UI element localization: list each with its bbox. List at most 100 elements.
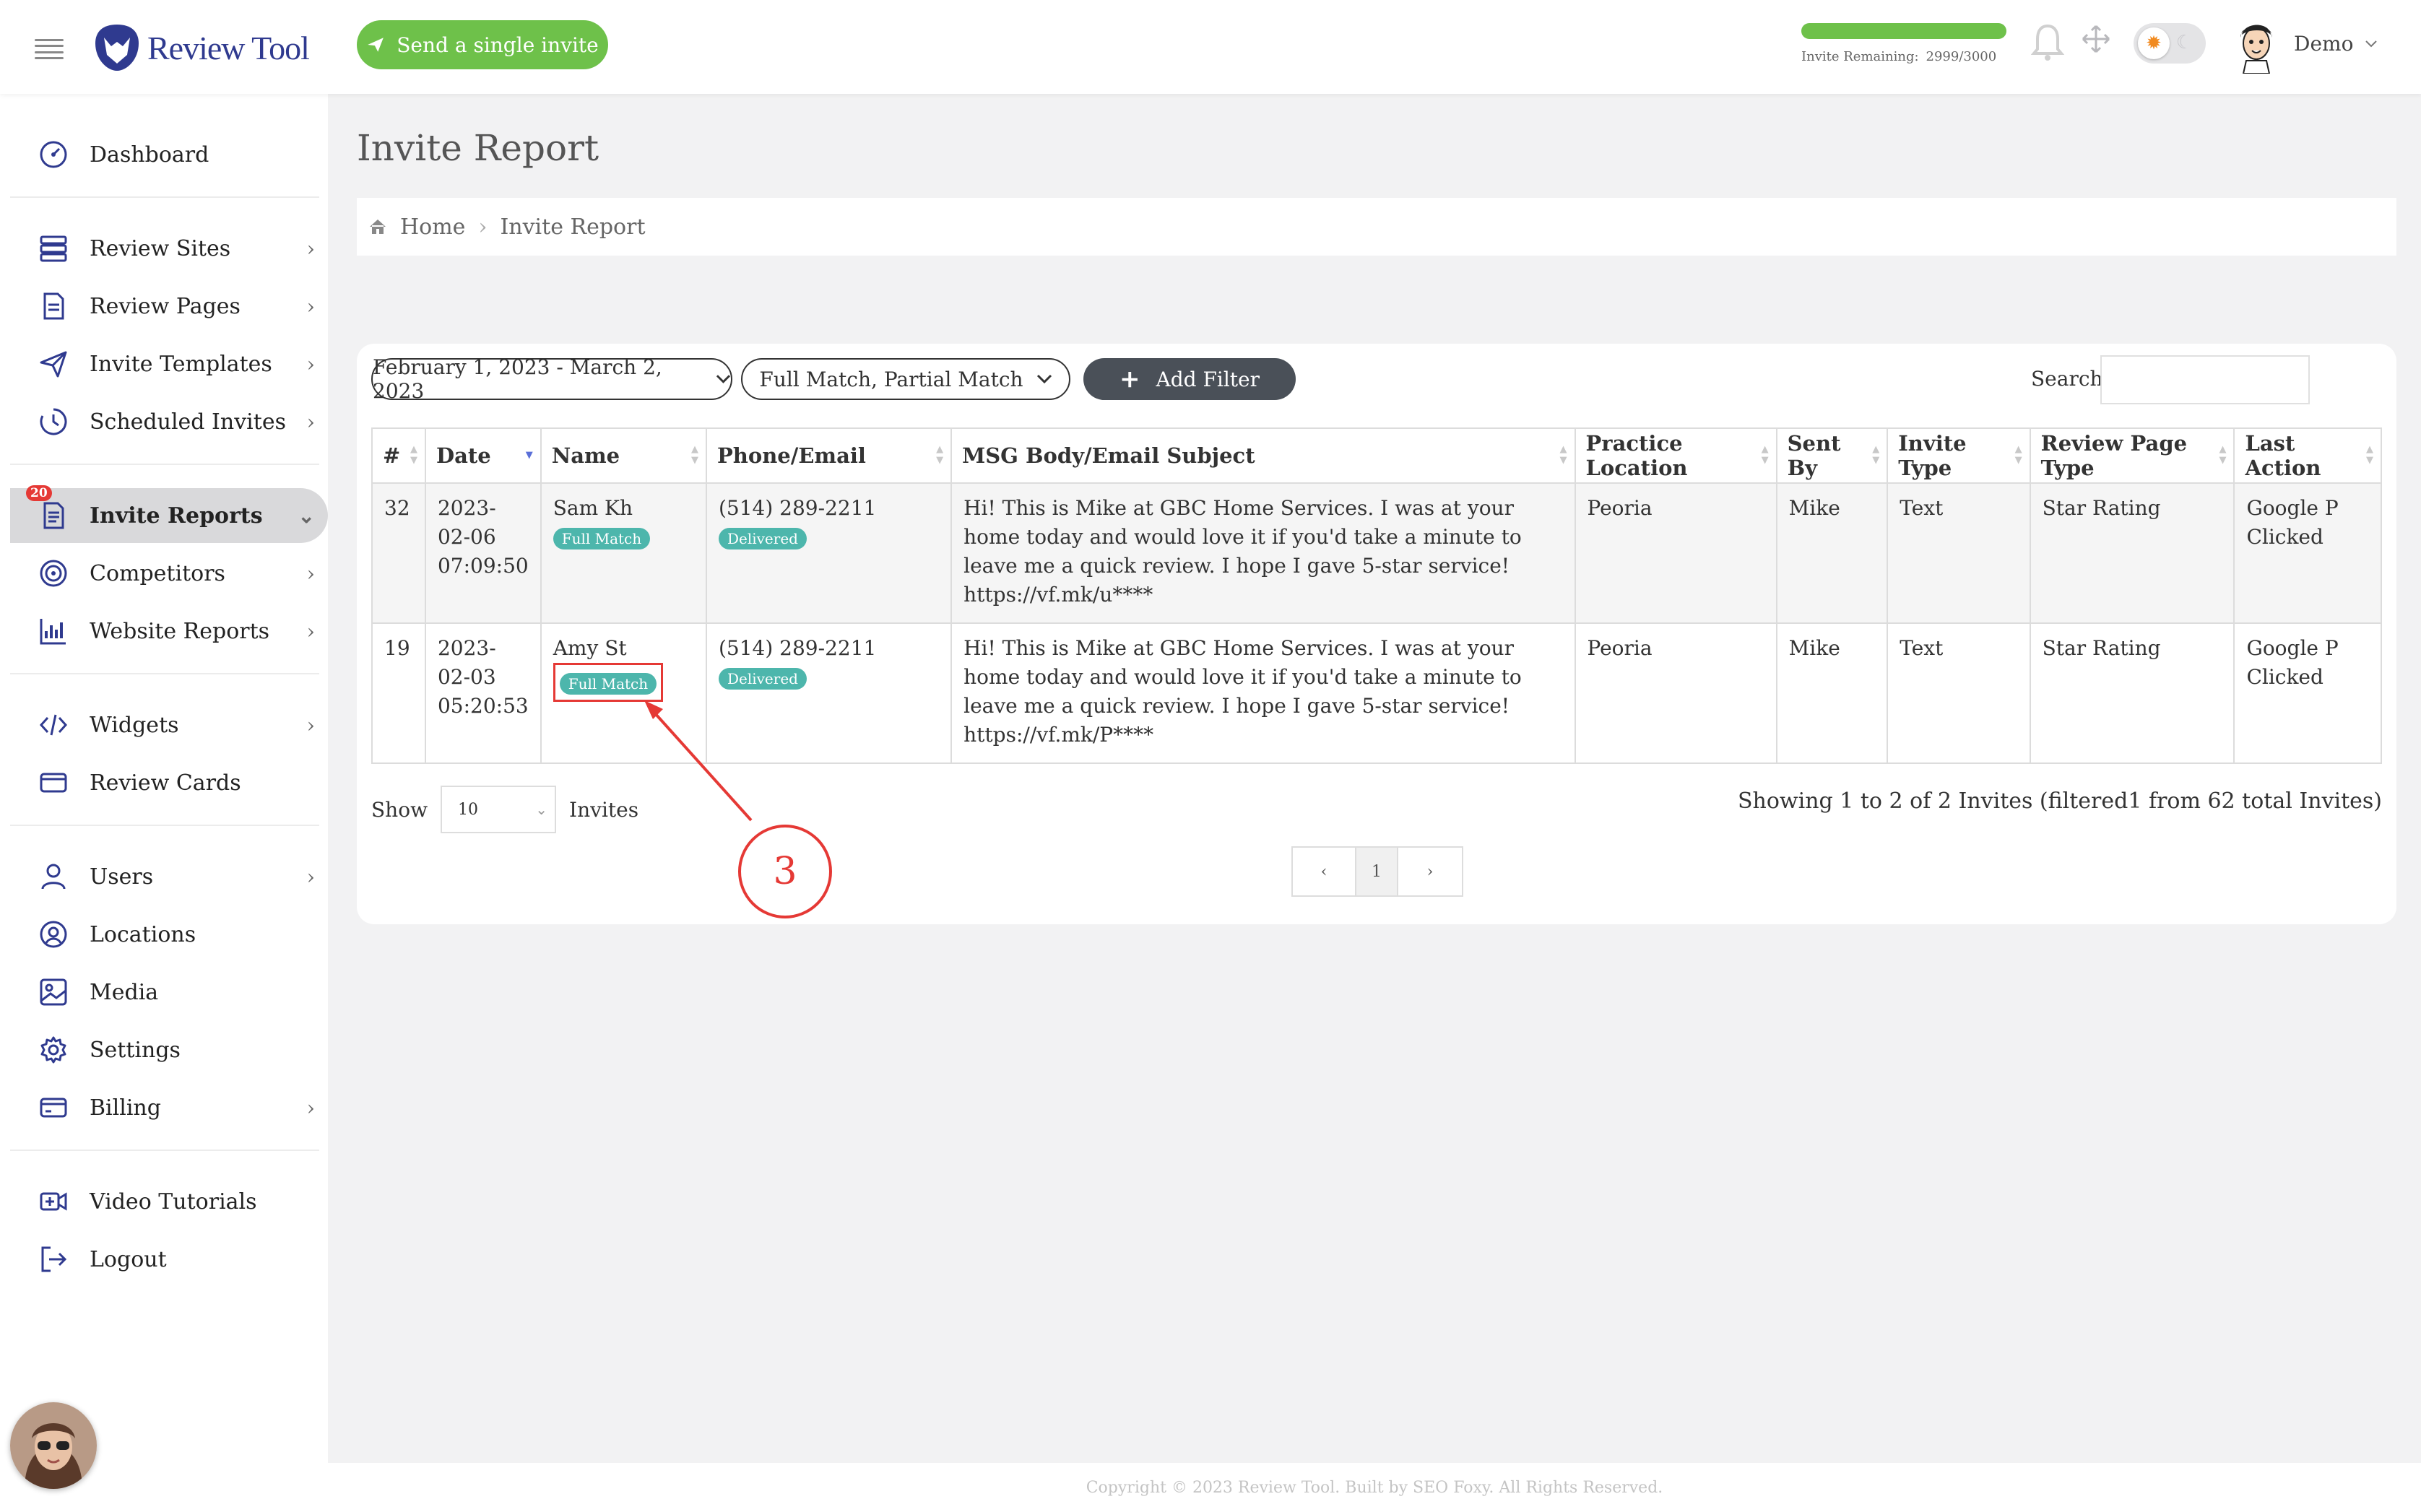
cell-invite-type: Text	[1887, 622, 2031, 764]
column-header-msg-body[interactable]: MSG Body/Email Subject ▲ ▼	[950, 427, 1576, 484]
page-size-value: 10	[458, 800, 479, 819]
bar-chart-icon	[40, 619, 66, 645]
date-range-filter[interactable]: February 1, 2023 - March 2, 2023	[371, 355, 732, 403]
cell-message: Hi! This is Mike at GBC Home Services. I…	[950, 622, 1576, 764]
sidebar-item-widgets[interactable]: Widgets ›	[10, 698, 328, 752]
sidebar-item-invite-reports[interactable]: 20 Invite Reports ⌄	[10, 485, 328, 543]
chevron-down-icon	[1036, 374, 1052, 384]
paper-plane-icon	[368, 38, 384, 52]
breadcrumb-home[interactable]: Home	[400, 214, 465, 240]
logo-text: Review Tool	[147, 29, 310, 66]
theme-toggle[interactable]: ✹ ☾	[2134, 23, 2206, 64]
next-page-button[interactable]: ›	[1398, 848, 1462, 895]
sidebar-item-label: Invite Reports	[90, 503, 263, 529]
sidebar-item-competitors[interactable]: Competitors ›	[10, 546, 328, 601]
column-header-phone-email[interactable]: Phone/Email ▲ ▼	[705, 427, 953, 484]
move-arrows-icon[interactable]	[2082, 25, 2110, 53]
user-avatar[interactable]	[2235, 16, 2278, 74]
hamburger-menu-icon[interactable]	[35, 39, 64, 59]
status-badge: Delivered	[718, 528, 807, 549]
sidebar-item-label: Review Pages	[90, 293, 241, 319]
column-header-name[interactable]: Name ▲ ▼	[540, 427, 707, 484]
sidebar-item-review-sites[interactable]: Review Sites ›	[10, 221, 328, 276]
cell-last-action: Google P Clicked	[2233, 622, 2382, 764]
invite-remaining-label: Invite Remaining:	[1801, 49, 1919, 64]
sidebar-item-label: Settings	[90, 1037, 181, 1063]
support-agent-photo	[10, 1402, 97, 1489]
cell-date: 2023-02-06 07:09:50	[424, 482, 542, 624]
send-single-invite-button[interactable]: Send a single invite	[357, 20, 608, 69]
chevron-right-icon: ›	[306, 864, 315, 889]
breadcrumb: Home › Invite Report	[357, 198, 2396, 256]
sidebar-item-invite-templates[interactable]: Invite Templates ›	[10, 336, 328, 391]
logo[interactable]: Review Tool	[92, 20, 310, 75]
invite-report-panel: February 1, 2023 - March 2, 2023 Full Ma…	[357, 344, 2396, 924]
sidebar-item-label: Invite Templates	[90, 351, 272, 377]
show-label: Show	[371, 797, 428, 822]
column-header-invite-type[interactable]: Invite Type ▲ ▼	[1887, 427, 2031, 484]
sidebar-item-media[interactable]: Media	[10, 965, 328, 1020]
support-chat-avatar[interactable]	[10, 1402, 97, 1489]
sidebar-item-label: Billing	[90, 1095, 161, 1121]
sidebar-item-locations[interactable]: Locations	[10, 907, 328, 962]
plus-icon: +	[1119, 365, 1140, 394]
sidebar-item-logout[interactable]: Logout	[10, 1232, 328, 1287]
fox-logo-icon	[95, 25, 139, 71]
cell-invite-type: Text	[1887, 482, 2031, 624]
location-icon	[40, 921, 67, 948]
breadcrumb-separator: ›	[478, 214, 488, 240]
user-menu[interactable]: Demo	[2294, 32, 2378, 56]
column-header-date[interactable]: Date ▼	[424, 427, 542, 484]
search-input[interactable]	[2100, 355, 2310, 404]
sidebar-item-billing[interactable]: Billing ›	[10, 1080, 328, 1135]
video-icon	[40, 1192, 67, 1211]
sidebar-item-review-cards[interactable]: Review Cards	[10, 755, 328, 810]
column-header-last-action[interactable]: Last Action ▲ ▼	[2233, 427, 2382, 484]
column-header-practice-location[interactable]: Practice Location ▲ ▼	[1574, 427, 1777, 484]
sidebar-item-label: Logout	[90, 1246, 167, 1272]
page-size-select[interactable]: 10 ⌄	[441, 786, 557, 833]
sidebar-item-settings[interactable]: Settings	[10, 1022, 328, 1077]
sidebar-item-website-reports[interactable]: Website Reports ›	[10, 604, 328, 659]
add-filter-label: Add Filter	[1156, 367, 1260, 391]
column-header-review-page-type[interactable]: Review Page Type ▲ ▼	[2029, 427, 2235, 484]
sidebar-item-scheduled-invites[interactable]: Scheduled Invites ›	[10, 394, 328, 449]
cell-number: 19	[371, 622, 426, 764]
top-bar: Review Tool Send a single invite Invite …	[0, 0, 2421, 94]
invite-remaining-bar	[1801, 23, 2006, 39]
search-label: Search:	[2031, 367, 2110, 391]
sidebar-item-label: Review Sites	[90, 235, 231, 261]
paper-plane-icon	[40, 351, 67, 378]
sun-icon: ✹	[2138, 27, 2170, 59]
cell-message: Hi! This is Mike at GBC Home Services. I…	[950, 482, 1576, 624]
sidebar-item-label: Widgets	[90, 712, 179, 738]
user-icon	[41, 864, 66, 890]
sidebar-item-dashboard[interactable]: Dashboard	[10, 127, 328, 182]
logout-icon	[41, 1246, 67, 1272]
add-filter-button[interactable]: + Add Filter	[1083, 358, 1296, 400]
match-filter[interactable]: Full Match, Partial Match	[741, 358, 1070, 400]
sidebar-item-label: Review Cards	[90, 770, 241, 796]
chevron-right-icon: ›	[1426, 862, 1434, 881]
image-icon	[40, 978, 67, 1006]
footer: Copyright © 2023 Review Tool. Built by S…	[328, 1463, 2421, 1512]
sidebar-item-video-tutorials[interactable]: Video Tutorials	[10, 1174, 328, 1229]
name-text: Sam Kh	[553, 496, 633, 520]
date-range-value: February 1, 2023 - March 2, 2023	[373, 355, 662, 403]
previous-page-button[interactable]: ‹	[1293, 848, 1356, 895]
chevron-down-icon	[2365, 40, 2378, 47]
column-header-number[interactable]: # ▲ ▼	[371, 427, 426, 484]
page-button-current[interactable]: 1	[1356, 848, 1398, 895]
sidebar-item-label: Media	[90, 979, 159, 1005]
table-row[interactable]: 32 2023-02-06 07:09:50 Sam Kh Full Match…	[371, 482, 2382, 624]
cell-location: Peoria	[1574, 622, 1777, 764]
sidebar-item-review-pages[interactable]: Review Pages ›	[10, 279, 328, 334]
annotation-arrow	[644, 700, 753, 822]
bell-icon[interactable]	[2031, 22, 2064, 62]
cell-sent-by: Mike	[1775, 622, 1889, 764]
cell-location: Peoria	[1574, 482, 1777, 624]
sidebar-item-users[interactable]: Users ›	[10, 849, 328, 904]
cell-sent-by: Mike	[1775, 482, 1889, 624]
column-header-sent-by[interactable]: Sent By ▲ ▼	[1775, 427, 1889, 484]
match-badge: Full Match	[553, 528, 651, 549]
